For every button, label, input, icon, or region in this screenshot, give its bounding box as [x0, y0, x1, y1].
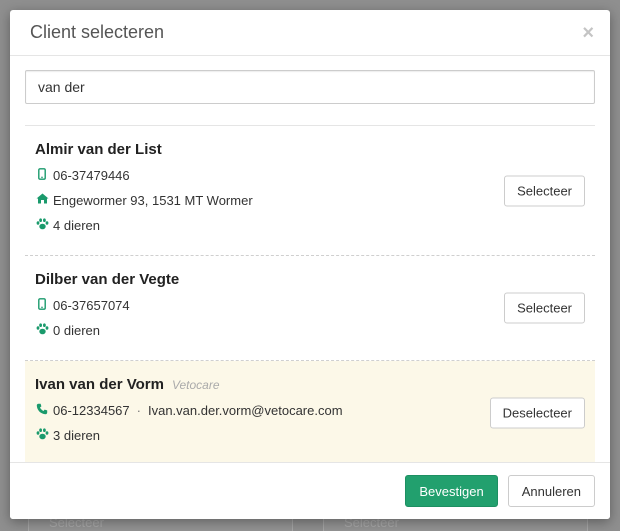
- animals-row: 4 dieren: [35, 217, 585, 233]
- select-button[interactable]: Selecteer: [504, 175, 585, 206]
- modal-footer: Bevestigen Annuleren: [10, 462, 610, 519]
- modal-body: Almir van der List 06-37479446 Engeworme…: [10, 56, 610, 466]
- animal-count: 0 dieren: [53, 322, 100, 338]
- phone-row: 06-37479446: [35, 167, 585, 183]
- phone-icon: [35, 403, 49, 418]
- paw-icon: [35, 217, 49, 233]
- separator: ·: [136, 402, 141, 418]
- close-icon[interactable]: ×: [582, 23, 594, 43]
- select-button[interactable]: Selecteer: [504, 292, 585, 324]
- cancel-button[interactable]: Annuleren: [507, 475, 595, 507]
- client-item-selected: Ivan van der Vorm Vetocare 06-12334567 · …: [25, 361, 595, 466]
- client-name-text: Dilber van der Vegte: [35, 271, 180, 288]
- animal-count: 3 dieren: [53, 427, 100, 443]
- phone-number: 06-37657074: [53, 297, 130, 313]
- mobile-icon: [35, 167, 49, 183]
- paw-icon: [35, 427, 49, 443]
- phone-row: 06-37657074: [35, 297, 585, 313]
- client-item: Almir van der List 06-37479446 Engeworme…: [25, 126, 595, 256]
- confirm-button[interactable]: Bevestigen: [405, 475, 498, 507]
- client-organization: Vetocare: [171, 378, 220, 392]
- address: Engewormer 93, 1531 MT Wormer: [53, 192, 253, 208]
- email: Ivan.van.der.vorm@vetocare.com: [147, 402, 343, 418]
- search-input[interactable]: [25, 70, 595, 104]
- mobile-icon: [35, 297, 49, 313]
- animal-count: 4 dieren: [53, 217, 100, 233]
- client-name-text: Almir van der List: [35, 141, 162, 158]
- modal-title: Client selecteren: [30, 22, 165, 42]
- phone-number: 06-12334567: [53, 402, 130, 418]
- animals-row: 3 dieren: [35, 427, 585, 443]
- client-name: Almir van der List: [35, 141, 585, 158]
- client-select-modal: Client selecteren × Almir van der List 0…: [10, 10, 610, 519]
- client-name: Ivan van der Vorm Vetocare: [35, 376, 585, 393]
- client-name: Dilber van der Vegte: [35, 271, 585, 288]
- client-name-text: Ivan van der Vorm: [35, 376, 164, 393]
- animals-row: 0 dieren: [35, 322, 585, 338]
- paw-icon: [35, 322, 49, 338]
- address-row: Engewormer 93, 1531 MT Wormer: [35, 192, 585, 208]
- deselect-button[interactable]: Deselecteer: [489, 397, 585, 429]
- client-list: Almir van der List 06-37479446 Engeworme…: [25, 126, 595, 466]
- client-item: Dilber van der Vegte 06-37657074 0 diere…: [25, 256, 595, 361]
- home-icon: [35, 193, 49, 207]
- modal-header: Client selecteren ×: [10, 10, 610, 56]
- phone-number: 06-37479446: [53, 167, 130, 183]
